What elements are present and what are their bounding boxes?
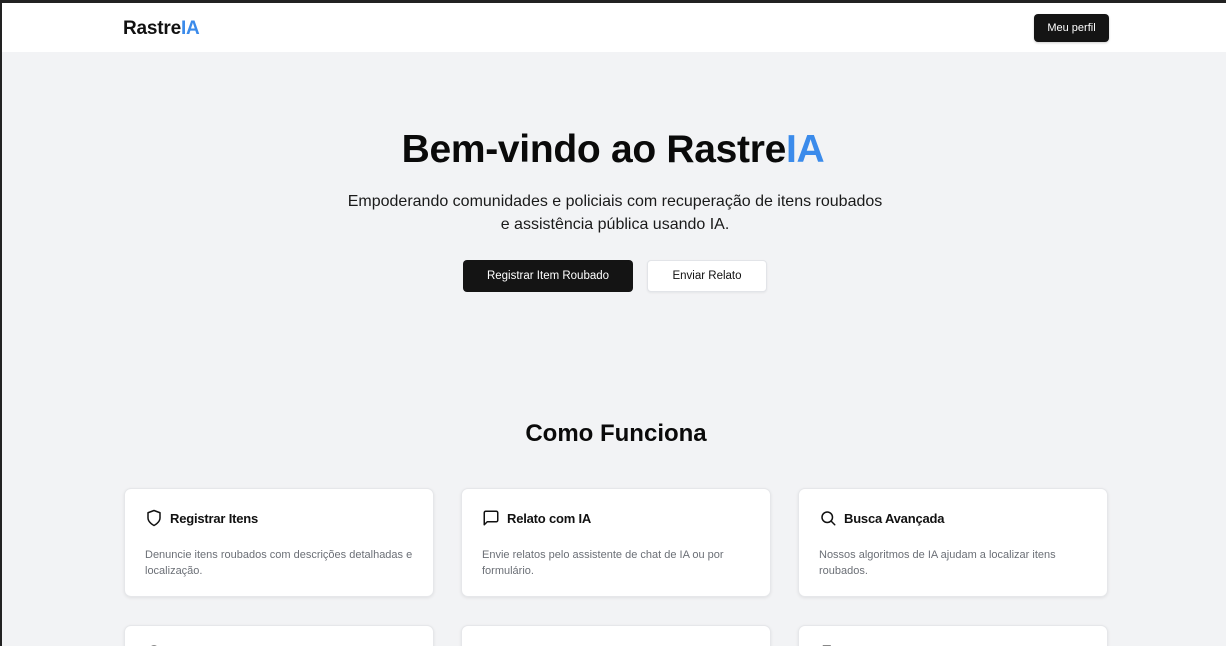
- hero-title-main: Bem-vindo ao Rastre: [401, 128, 787, 171]
- feature-card-partial: [798, 625, 1108, 646]
- how-it-works-title: Como Funciona: [525, 420, 707, 447]
- hero-title-accent: IA: [786, 128, 825, 171]
- card-header: Registrar Itens: [145, 509, 258, 527]
- feature-card-advanced-search: Busca Avançada Nossos algoritmos de IA a…: [798, 488, 1108, 597]
- hero-subtitle-line2: e assistência pública usando IA.: [500, 216, 730, 233]
- register-stolen-item-button[interactable]: Registrar Item Roubado: [463, 260, 633, 292]
- card-title: Relato com IA: [507, 510, 592, 526]
- card-header: Busca Avançada: [819, 509, 944, 527]
- hero-title: Bem-vindo ao RastreIA: [0, 128, 1226, 172]
- feature-card-partial: [124, 625, 434, 646]
- profile-button[interactable]: Meu perfil: [1034, 14, 1109, 42]
- feature-card-ai-report: Relato com IA Envie relatos pelo assiste…: [461, 488, 771, 597]
- feature-card-partial: [461, 625, 771, 646]
- message-square-icon: [483, 510, 499, 526]
- search-icon: [821, 511, 836, 526]
- shield-icon: [147, 509, 161, 527]
- card-header: Relato com IA: [482, 509, 591, 527]
- hero-subtitle-line1: Empoderando comunidades e policiais com …: [347, 193, 883, 210]
- logo-main: Rastre: [123, 18, 181, 39]
- logo[interactable]: RastreIA: [123, 18, 200, 40]
- hero-actions: Registrar Item Roubado Enviar Relato: [0, 260, 1226, 292]
- card-title: Busca Avançada: [844, 510, 945, 526]
- hero-subtitle: Empoderando comunidades e policiais com …: [0, 190, 1226, 236]
- card-title: Registrar Itens: [170, 510, 259, 526]
- submit-report-button[interactable]: Enviar Relato: [647, 260, 767, 292]
- card-description: Denuncie itens roubados com descrições d…: [145, 549, 413, 577]
- window-frame-left: [0, 0, 2, 646]
- card-description: Envie relatos pelo assistente de chat de…: [482, 549, 724, 577]
- navbar: RastreIA Meu perfil: [2, 3, 1226, 52]
- feature-card-register-items: Registrar Itens Denuncie itens roubados …: [124, 488, 434, 597]
- card-description: Nossos algoritmos de IA ajudam a localiz…: [819, 549, 1056, 577]
- logo-accent: IA: [180, 18, 200, 39]
